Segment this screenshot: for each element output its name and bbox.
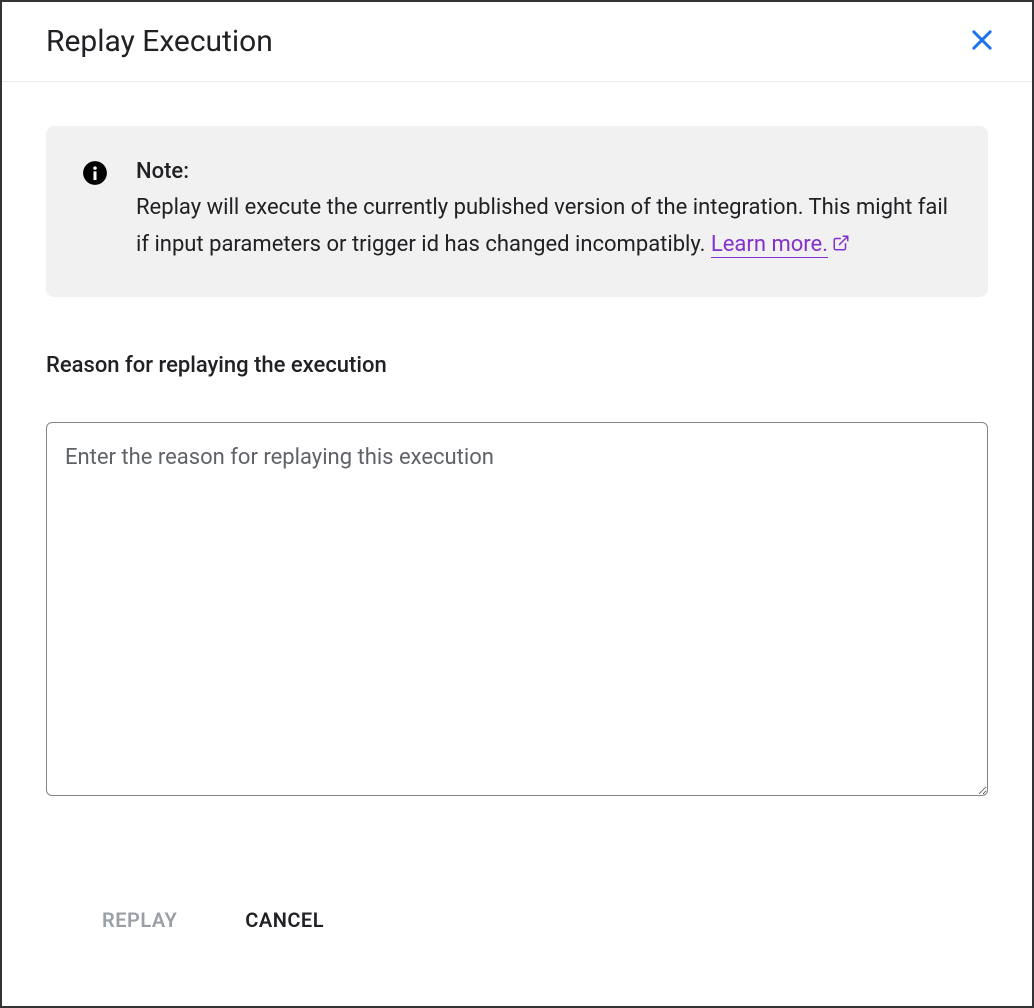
reason-textarea[interactable] [46, 422, 988, 796]
replay-button[interactable]: REPLAY [90, 900, 189, 940]
reason-label: Reason for replaying the execution [46, 353, 988, 378]
learn-more-link[interactable]: Learn more. [711, 232, 828, 258]
external-link-icon [832, 227, 850, 263]
note-box: Note: Replay will execute the currently … [46, 126, 988, 297]
dialog-header: Replay Execution [2, 2, 1032, 82]
reason-section: Reason for replaying the execution [46, 353, 988, 800]
note-content: Note: Replay will execute the currently … [136, 154, 952, 263]
info-icon [82, 160, 108, 190]
dialog-body: Note: Replay will execute the currently … [2, 82, 1032, 980]
learn-more-text: Learn more. [711, 232, 828, 257]
dialog-title: Replay Execution [46, 24, 273, 59]
note-title: Note: [136, 159, 189, 184]
dialog-footer: REPLAY CANCEL [46, 880, 988, 960]
close-icon [968, 26, 996, 57]
close-button[interactable] [964, 22, 1000, 61]
cancel-button[interactable]: CANCEL [233, 900, 336, 940]
